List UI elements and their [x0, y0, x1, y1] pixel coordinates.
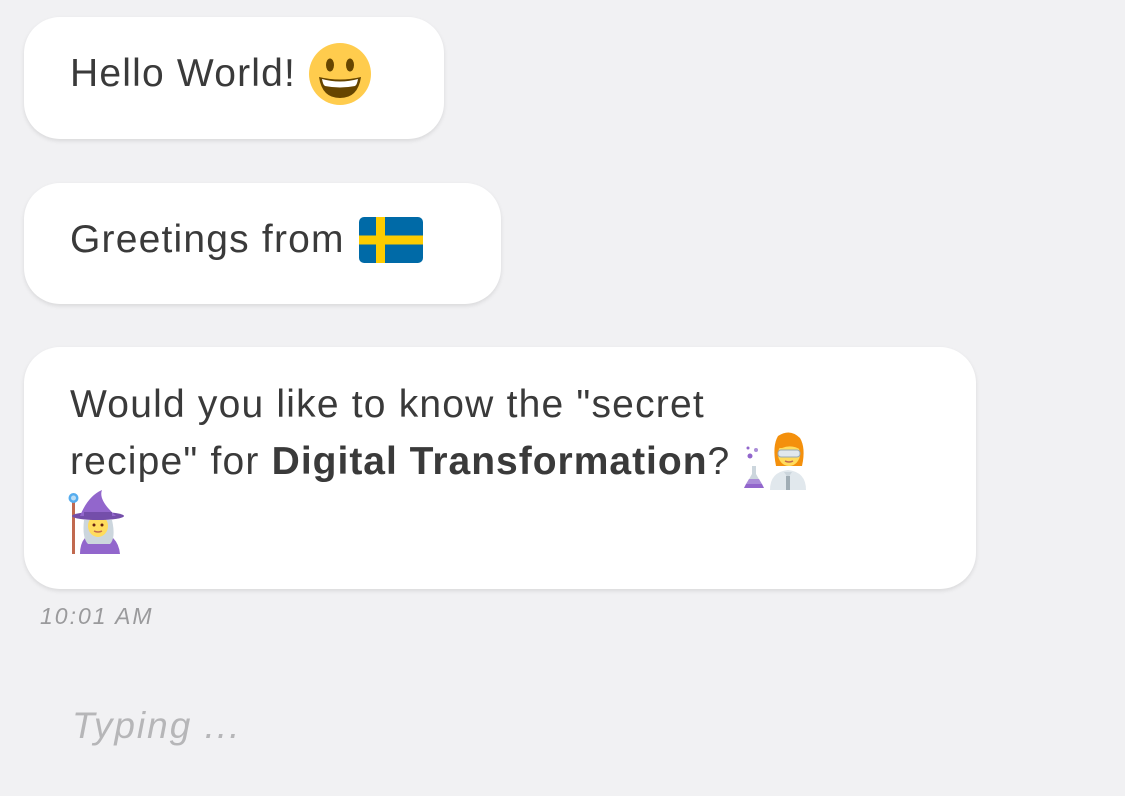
message-timestamp: 10:01 AM: [40, 603, 154, 629]
chat-message-bubble: Hello World!: [24, 17, 444, 139]
chat-message-bubble: Would you like to know the "secret recip…: [24, 347, 976, 589]
woman-scientist-icon: [742, 426, 807, 490]
message-line: recipe" for Digital Transformation ?: [70, 431, 930, 490]
sweden-flag-icon: [358, 217, 423, 263]
message-content: Hello World!: [70, 43, 398, 105]
grinning-face-icon: [308, 42, 372, 106]
typing-indicator: Typing ...: [72, 705, 242, 746]
bold-text: Digital Transformation: [271, 440, 708, 483]
chat-message-bubble: Greetings from: [24, 183, 501, 304]
message-line: Would you like to know the "secret: [70, 376, 930, 433]
message-text: ?: [707, 440, 731, 483]
message-line: [68, 490, 930, 554]
woman-mage-icon: [68, 490, 126, 554]
message-text: recipe" for: [70, 440, 272, 483]
message-text: Greetings from: [70, 218, 345, 261]
message-text: Hello World!: [70, 52, 297, 95]
message-text: Would you like to know the "secret: [70, 383, 705, 426]
message-content: Greetings from: [70, 217, 455, 263]
